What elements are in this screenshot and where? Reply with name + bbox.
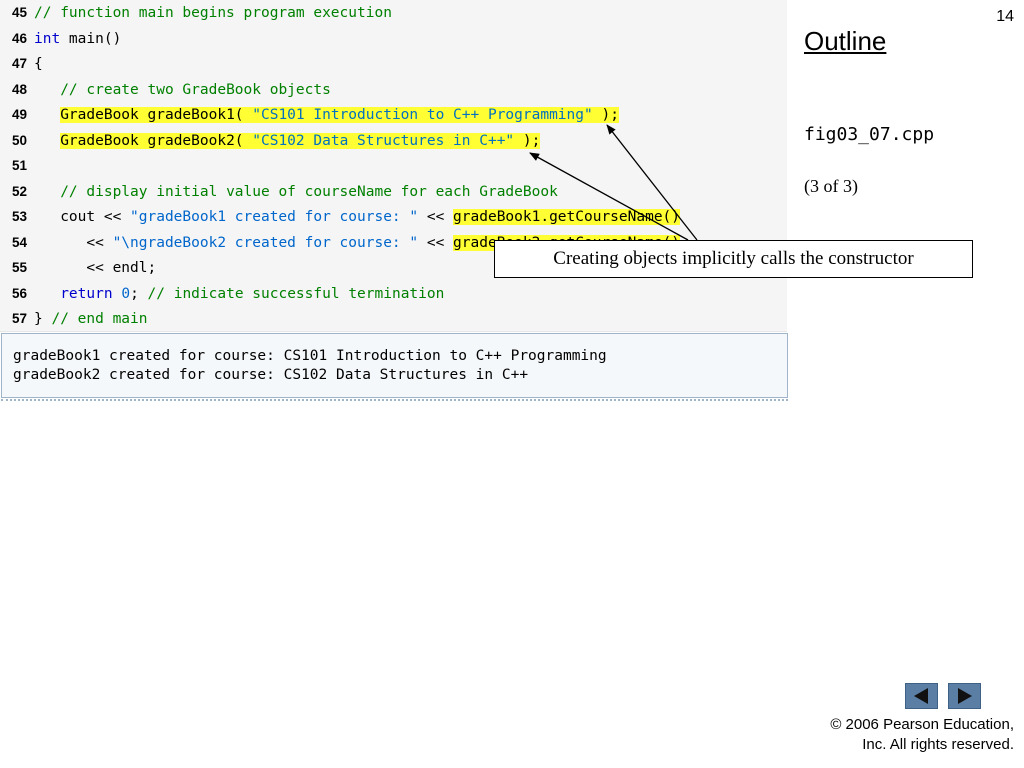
code-token-string: "CS102 Data Structures in C++" <box>252 132 515 149</box>
code-text: cout << "gradeBook1 created for course: … <box>34 209 681 225</box>
code-line: 57} // end main <box>0 306 148 332</box>
copyright-line-1: © 2006 Pearson Education, <box>830 716 1014 733</box>
next-slide-button[interactable] <box>948 683 981 709</box>
code-line: 45 // function main begins program execut… <box>0 0 392 26</box>
line-number: 53 <box>11 209 27 224</box>
code-text: GradeBook gradeBook1( "CS101 Introductio… <box>34 107 619 123</box>
output-line: gradeBook1 created for course: CS101 Int… <box>13 348 607 364</box>
slide-number: 14 <box>996 8 1014 25</box>
code-token-plain: main() <box>60 30 122 47</box>
line-number: 49 <box>11 107 27 122</box>
code-line: 51 <box>0 153 34 179</box>
code-text: int main() <box>34 31 121 47</box>
code-token-plain: GradeBook gradeBook1( <box>60 107 253 123</box>
code-token-plain: << endl; <box>34 260 157 276</box>
previous-slide-button[interactable] <box>905 683 938 709</box>
line-number: 52 <box>11 183 27 199</box>
code-line: 48 // create two GradeBook objects <box>0 77 331 103</box>
code-token-plain: ); <box>514 132 541 149</box>
code-line: 55 << endl; <box>0 255 156 281</box>
code-text: { <box>34 56 43 72</box>
file-name: fig03_07.cpp <box>804 124 935 145</box>
code-token-string: "gradeBook1 created for course: " <box>130 209 419 225</box>
line-number: 45 <box>11 5 27 20</box>
code-token-keyword: int <box>34 30 61 47</box>
outline-link[interactable]: Outline <box>804 26 886 57</box>
code-token-plain: << <box>34 234 113 251</box>
code-text: return 0; // indicate successful termina… <box>34 286 444 302</box>
code-token-plain: ; <box>130 285 148 302</box>
line-number: 51 <box>11 158 27 173</box>
code-token-plain: << <box>418 209 454 225</box>
line-number: 56 <box>11 285 27 301</box>
code-token-comment: // create two GradeBook objects <box>60 81 331 98</box>
arrow-right-icon <box>958 688 972 704</box>
code-token-plain: } <box>34 311 52 327</box>
code-line: 46 int main() <box>0 26 121 52</box>
code-line: 53 cout << "gradeBook1 created for cours… <box>0 204 681 230</box>
code-token-plain: << <box>418 234 454 251</box>
copyright-line-2: Inc. All rights reserved. <box>862 736 1014 753</box>
code-text: // function main begins program executio… <box>34 5 392 21</box>
code-token-plain: cout << <box>34 209 131 225</box>
line-number: 57 <box>11 311 27 326</box>
code-text: << endl; <box>34 260 156 276</box>
code-token-comment: // indicate successful termination <box>147 285 445 302</box>
line-number: 50 <box>11 132 27 148</box>
code-token-comment: // function main begins program executio… <box>34 5 392 21</box>
code-line: 47 { <box>0 51 43 77</box>
code-token-comment: // display initial value of courseName f… <box>60 183 558 200</box>
line-number: 48 <box>11 81 27 97</box>
arrow-left-icon <box>914 688 928 704</box>
code-text: // create two GradeBook objects <box>34 82 331 98</box>
code-text: } // end main <box>34 311 148 327</box>
code-text: GradeBook gradeBook2( "CS102 Data Struct… <box>34 132 541 149</box>
constructor-callout: Creating objects implicitly calls the co… <box>494 240 973 278</box>
code-line: 52 // display initial value of courseNam… <box>0 179 558 205</box>
code-text: // display initial value of courseName f… <box>34 184 558 200</box>
code-token-string: 0 <box>121 285 131 302</box>
code-token-string: "CS101 Introduction to C++ Programming" <box>252 107 593 123</box>
page-indicator: (3 of 3) <box>804 176 858 196</box>
line-number: 54 <box>11 234 27 250</box>
code-token-plain: GradeBook gradeBook2( <box>60 132 253 149</box>
line-number: 55 <box>11 260 27 275</box>
code-token-plain: ); <box>592 107 619 123</box>
line-number: 46 <box>11 30 27 46</box>
line-number: 47 <box>11 56 27 71</box>
code-token-comment: // end main <box>51 311 148 327</box>
code-token-plain: gradeBook1.getCourseName() <box>453 209 681 225</box>
output-line: gradeBook2 created for course: CS102 Dat… <box>13 367 529 383</box>
code-line: 50 GradeBook gradeBook2( "CS102 Data Str… <box>0 128 541 154</box>
code-line: 49 GradeBook gradeBook1( "CS101 Introduc… <box>0 102 619 128</box>
code-line: 56 return 0; // indicate successful term… <box>0 281 444 307</box>
program-output: gradeBook1 created for course: CS101 Int… <box>1 333 788 401</box>
code-token-plain: { <box>34 56 43 72</box>
code-token-string: "\ngradeBook2 created for course: " <box>112 234 419 251</box>
code-listing: 45 // function main begins program execut… <box>0 0 787 332</box>
copyright-notice: © 2006 Pearson Education, Inc. All right… <box>830 715 1014 755</box>
code-token-keyword: return <box>60 285 113 302</box>
